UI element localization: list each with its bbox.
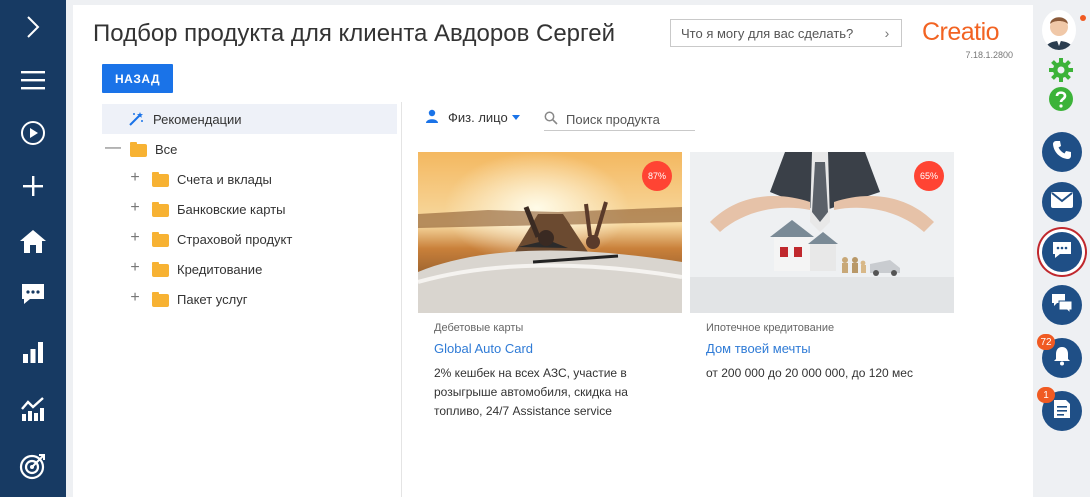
tree-item-recommendations[interactable]: Рекомендации (102, 104, 397, 134)
product-description: 2% кешбек на всех АЗС, участие в розыгры… (434, 366, 628, 418)
match-percentage-badge: 65% (914, 161, 944, 191)
expand-toggle[interactable]: + (128, 260, 142, 276)
settings-gear-icon[interactable] (1048, 57, 1074, 88)
chat-feed-icon[interactable] (0, 274, 66, 314)
product-image: 65% (690, 152, 954, 313)
feed-chat-icon (1051, 293, 1073, 318)
magic-wand-icon (128, 111, 144, 130)
chat-button[interactable] (1042, 232, 1082, 272)
status-dot (1080, 15, 1086, 21)
process-play-icon[interactable] (0, 113, 66, 153)
notifications-count-badge: 72 (1037, 334, 1055, 350)
folder-icon (152, 292, 169, 307)
expand-toggle[interactable]: + (128, 170, 142, 186)
main-panel: Подбор продукта для клиента Авдоров Серг… (73, 5, 1033, 497)
panel-divider (401, 102, 402, 497)
logo-text: Creatio (922, 18, 1000, 46)
command-line-placeholder: Что я могу для вас сделать? (681, 25, 854, 41)
tree-item-bank-cards[interactable]: + Банковские карты (102, 194, 397, 224)
product-image: 87% (418, 152, 682, 313)
client-type-value: Физ. лицо (448, 110, 508, 125)
tree-item-label: Кредитование (177, 261, 263, 277)
tasks-count-badge: 1 (1037, 387, 1055, 403)
analytics-trend-icon[interactable] (0, 389, 66, 429)
tree-item-all[interactable]: — Все (102, 134, 397, 164)
chevron-down-icon (511, 115, 520, 120)
search-placeholder: Поиск продукта (566, 112, 660, 127)
expand-toggle[interactable]: + (128, 290, 142, 306)
tree-item-label: Пакет услуг (177, 291, 248, 307)
phone-call-button[interactable] (1042, 132, 1082, 172)
back-button[interactable]: НАЗАД (102, 64, 173, 93)
tree-item-lending[interactable]: + Кредитование (102, 254, 397, 284)
match-percentage-badge: 87% (642, 161, 672, 191)
left-navigation-panel (0, 0, 66, 497)
folder-icon (130, 142, 147, 157)
folder-icon (152, 232, 169, 247)
tree-item-insurance[interactable]: + Страховой продукт (102, 224, 397, 254)
product-category-tree: Рекомендации — Все + Счета и вклады + Ба… (102, 104, 397, 314)
tree-item-label: Рекомендации (153, 111, 242, 127)
version-label: 7.18.1.2800 (965, 50, 1013, 60)
expand-toggle[interactable]: + (128, 200, 142, 216)
tree-item-service-package[interactable]: + Пакет услуг (102, 284, 397, 314)
expand-toggle[interactable]: + (128, 230, 142, 246)
add-plus-icon[interactable] (0, 166, 66, 206)
chat-bubble-icon (1052, 241, 1072, 264)
product-search-input[interactable]: Поиск продукта (544, 109, 695, 131)
product-category: Ипотечное кредитование (706, 322, 835, 334)
email-button[interactable] (1042, 182, 1082, 222)
page-title: Подбор продукта для клиента Авдоров Серг… (93, 20, 616, 47)
tree-item-label: Счета и вклады (177, 171, 272, 187)
collapse-menu-icon[interactable] (0, 7, 66, 47)
phone-icon (1052, 140, 1072, 165)
product-name-link[interactable]: Дом твоей мечты (706, 341, 811, 356)
tree-item-label: Все (155, 141, 178, 157)
folder-icon (152, 262, 169, 277)
creatio-logo: Creatio (922, 18, 1000, 47)
product-card[interactable]: 87% Дебетовые карты Global Auto Card 2% … (418, 152, 682, 422)
collapse-toggle[interactable]: — (105, 140, 121, 156)
right-communication-panel: 72 1 (1033, 0, 1090, 497)
folder-icon (152, 172, 169, 187)
product-category: Дебетовые карты (434, 322, 524, 334)
task-list-icon (1053, 399, 1071, 424)
product-description: от 200 000 до 20 000 000, до 120 мес (706, 366, 913, 380)
client-type-dropdown[interactable]: Физ. лицо (426, 109, 520, 126)
home-icon[interactable] (0, 221, 66, 261)
product-card[interactable]: 65% Ипотечное кредитование Дом твоей меч… (690, 152, 954, 422)
tree-item-label: Банковские карты (177, 201, 286, 217)
bell-icon (1053, 346, 1071, 371)
tree-item-accounts-deposits[interactable]: + Счета и вклады (102, 164, 397, 194)
hamburger-menu-icon[interactable] (0, 60, 66, 100)
target-goal-icon[interactable] (0, 446, 66, 486)
chevron-right-icon[interactable]: › (873, 25, 901, 41)
help-question-icon[interactable] (1048, 86, 1074, 117)
command-line-input[interactable]: Что я могу для вас сделать? › (670, 19, 902, 47)
dashboards-bar-chart-icon[interactable] (0, 332, 66, 372)
person-icon (426, 109, 438, 126)
user-avatar[interactable] (1042, 10, 1076, 50)
product-name-link[interactable]: Global Auto Card (434, 341, 533, 356)
email-icon (1051, 191, 1073, 213)
folder-icon (152, 202, 169, 217)
tree-item-label: Страховой продукт (177, 231, 293, 247)
feed-button[interactable] (1042, 285, 1082, 325)
search-icon (544, 111, 558, 128)
